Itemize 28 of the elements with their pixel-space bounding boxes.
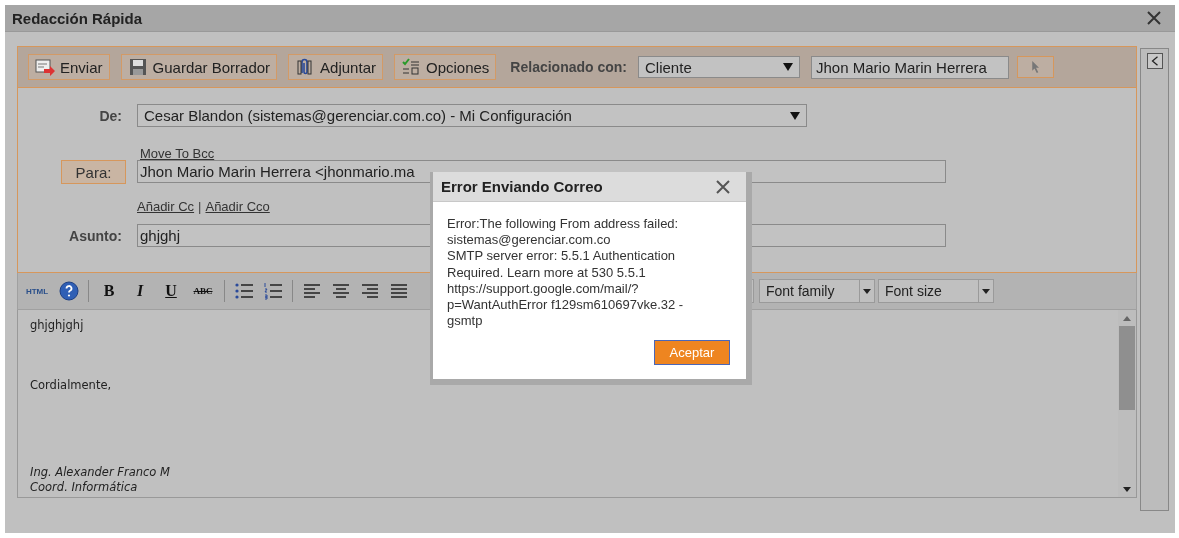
error-message: Error:The following From address failed: sistemas@gerenciar.com.co SMTP server error: 5.5.1 Authentication Required. Learn more at 530 5.5.1 https://support.google.com/mail/? p=WantAuthError f129sm610697vke.32 - gsmtp [446,215,685,330]
window-title: Redacción Rápida [12,9,143,27]
add-cc-link[interactable]: Añadir Cc [137,198,195,214]
underline-button[interactable]: U [160,280,182,302]
save-draft-button[interactable]: Guardar Borrador [120,54,278,80]
bold-button[interactable]: B [98,280,120,302]
to-button[interactable]: Para: [61,160,126,184]
field-label: De: [98,106,123,126]
add-bcc-link[interactable]: Añadir Cco [205,198,270,214]
body-text: Cordialmente, [30,378,112,393]
field-label: Relacionado con: [510,59,628,75]
body-text: ghjghjghj [30,318,84,333]
attach-button[interactable]: Adjuntar [288,54,383,80]
font-size-dropdown[interactable]: Font size [878,279,994,303]
from-dropdown[interactable]: Cesar Blandon (sistemas@gerenciar.com.co) - Mi Configuración [137,104,807,127]
signature-line: Ing. Alexander Franco M [30,465,170,480]
italic-button[interactable]: I [129,280,151,302]
send-button[interactable]: Enviar [28,54,110,80]
related-type-dropdown[interactable]: Cliente [638,56,801,78]
html-button[interactable]: HTML [24,285,50,297]
options-button[interactable]: Opciones [393,54,497,80]
separator: | [198,198,202,214]
move-to-bcc-link[interactable]: Move To Bcc [140,145,215,161]
font-family-dropdown[interactable]: Font family [759,279,875,303]
signature-line: Coord. Informática [30,480,138,495]
field-label: Asunto: [68,226,123,246]
related-name-field[interactable]: Jhon Mario Marin Herrera [811,55,1010,79]
strikethrough-button[interactable]: ABC [191,280,215,302]
